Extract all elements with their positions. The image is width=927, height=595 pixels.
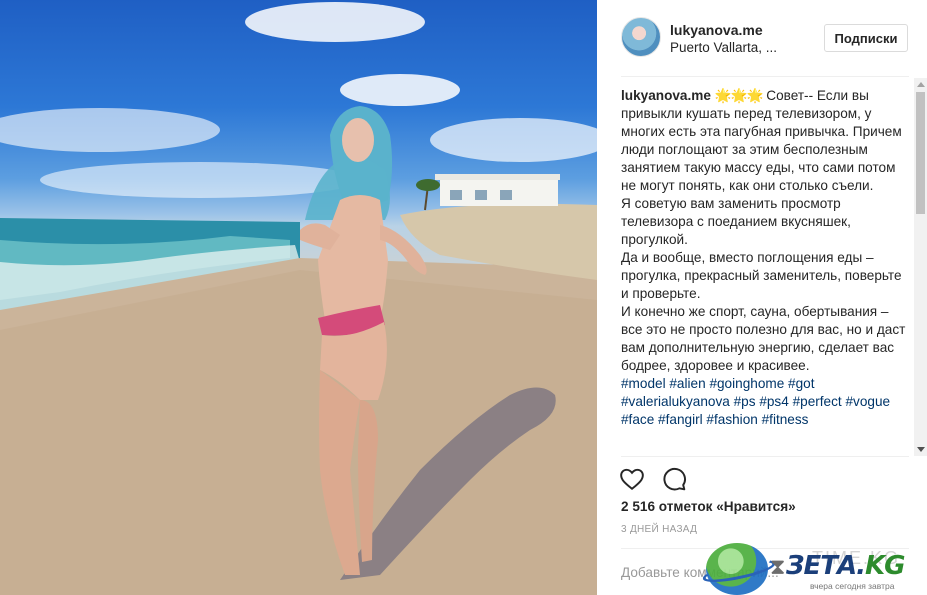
caption-area: lukyanova.me 🌟🌟🌟 Совет-- Если вы привыкл… — [621, 87, 911, 455]
scroll-up-arrow-icon[interactable] — [917, 82, 925, 87]
watermark-tagline: вчера сегодня завтра — [810, 581, 895, 591]
hashtags: #model #alien #goinghome #got #valerialu… — [621, 375, 911, 429]
hashtag-link[interactable]: #ps4 — [759, 394, 788, 409]
author-username[interactable]: lukyanova.me — [670, 22, 763, 38]
caption-text-2: Я советую вам заменить просмотр телевизо… — [621, 196, 851, 247]
hashtag-link[interactable]: #model — [621, 376, 666, 391]
beach-scene-illustration — [0, 2, 597, 595]
hashtag-link[interactable]: #goinghome — [709, 376, 784, 391]
header-divider — [621, 76, 909, 77]
hashtag-link[interactable]: #fitness — [762, 412, 809, 427]
following-button[interactable]: Подписки — [824, 24, 908, 52]
hashtag-link[interactable]: #fashion — [706, 412, 757, 427]
watermark-brand: ЗЕТА.KG — [786, 551, 905, 581]
post-side-panel: lukyanova.me Puerto Vallarta, ... Подпис… — [597, 0, 927, 595]
comment-icon — [663, 467, 686, 491]
caption-scrollbar[interactable] — [914, 78, 927, 456]
clouds — [0, 2, 597, 198]
post-photo[interactable] — [0, 0, 597, 595]
watermark-logo: ⧗ TIME.KG ЗЕТА.KG вчера сегодня завтра — [701, 543, 927, 595]
hourglass-icon: ⧗ — [770, 554, 786, 579]
hashtag-link[interactable]: #face — [621, 412, 654, 427]
scroll-thumb[interactable] — [916, 92, 925, 214]
beach-house — [435, 174, 560, 206]
caption-paragraph-1: lukyanova.me 🌟🌟🌟 Совет-- Если вы привыкл… — [621, 87, 911, 195]
hashtag-link[interactable]: #fangirl — [658, 412, 703, 427]
watermark-brand-tld: KG — [864, 551, 905, 581]
scroll-down-arrow-icon[interactable] — [917, 447, 925, 452]
caption-text-4: И конечно же спорт, сауна, обертывания –… — [621, 304, 906, 373]
caption-text-3: Да и вообще, вместо поглощения еды – про… — [621, 250, 902, 301]
watermark-brand-main: ЗЕТА. — [786, 551, 866, 581]
star-emoji: 🌟🌟🌟 — [714, 88, 764, 103]
hashtag-link[interactable]: #vogue — [845, 394, 890, 409]
caption-username[interactable]: lukyanova.me — [621, 88, 711, 103]
hashtag-link[interactable]: #alien — [669, 376, 705, 391]
comment-button[interactable] — [661, 466, 687, 492]
post-location[interactable]: Puerto Vallarta, ... — [670, 40, 780, 55]
hashtag-link[interactable]: #perfect — [793, 394, 842, 409]
caption-text-1: Совет-- Если вы привыкли кушать перед те… — [621, 88, 902, 193]
hashtag-link[interactable]: #ps — [734, 394, 756, 409]
avatar[interactable] — [621, 17, 661, 57]
like-button[interactable] — [619, 466, 645, 492]
hashtag-link[interactable]: #valerialukyanova — [621, 394, 730, 409]
post-timestamp[interactable]: 3 ДНЕЙ НАЗАД — [621, 524, 697, 535]
heart-icon — [620, 468, 644, 490]
hashtag-link[interactable]: #got — [788, 376, 814, 391]
actions-divider — [621, 456, 909, 457]
post-header: lukyanova.me Puerto Vallarta, ... Подпис… — [597, 0, 927, 76]
likes-count[interactable]: 2 516 отметок «Нравится» — [621, 499, 796, 514]
